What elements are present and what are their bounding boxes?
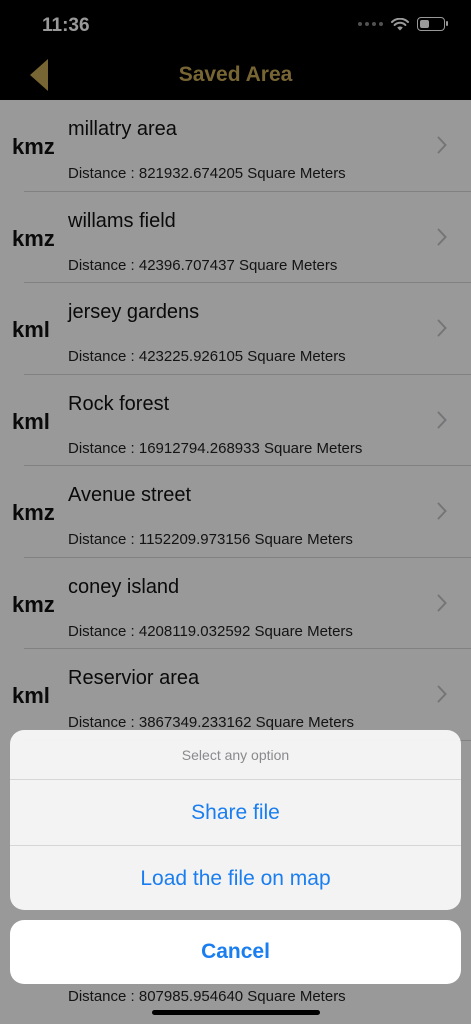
action-sheet-title: Select any option [10,730,461,780]
home-indicator[interactable] [152,1010,320,1015]
action-sheet: Select any option Share file Load the fi… [10,730,461,910]
share-file-button[interactable]: Share file [10,780,461,845]
cancel-button[interactable]: Cancel [10,920,461,984]
load-file-on-map-button[interactable]: Load the file on map [10,845,461,910]
